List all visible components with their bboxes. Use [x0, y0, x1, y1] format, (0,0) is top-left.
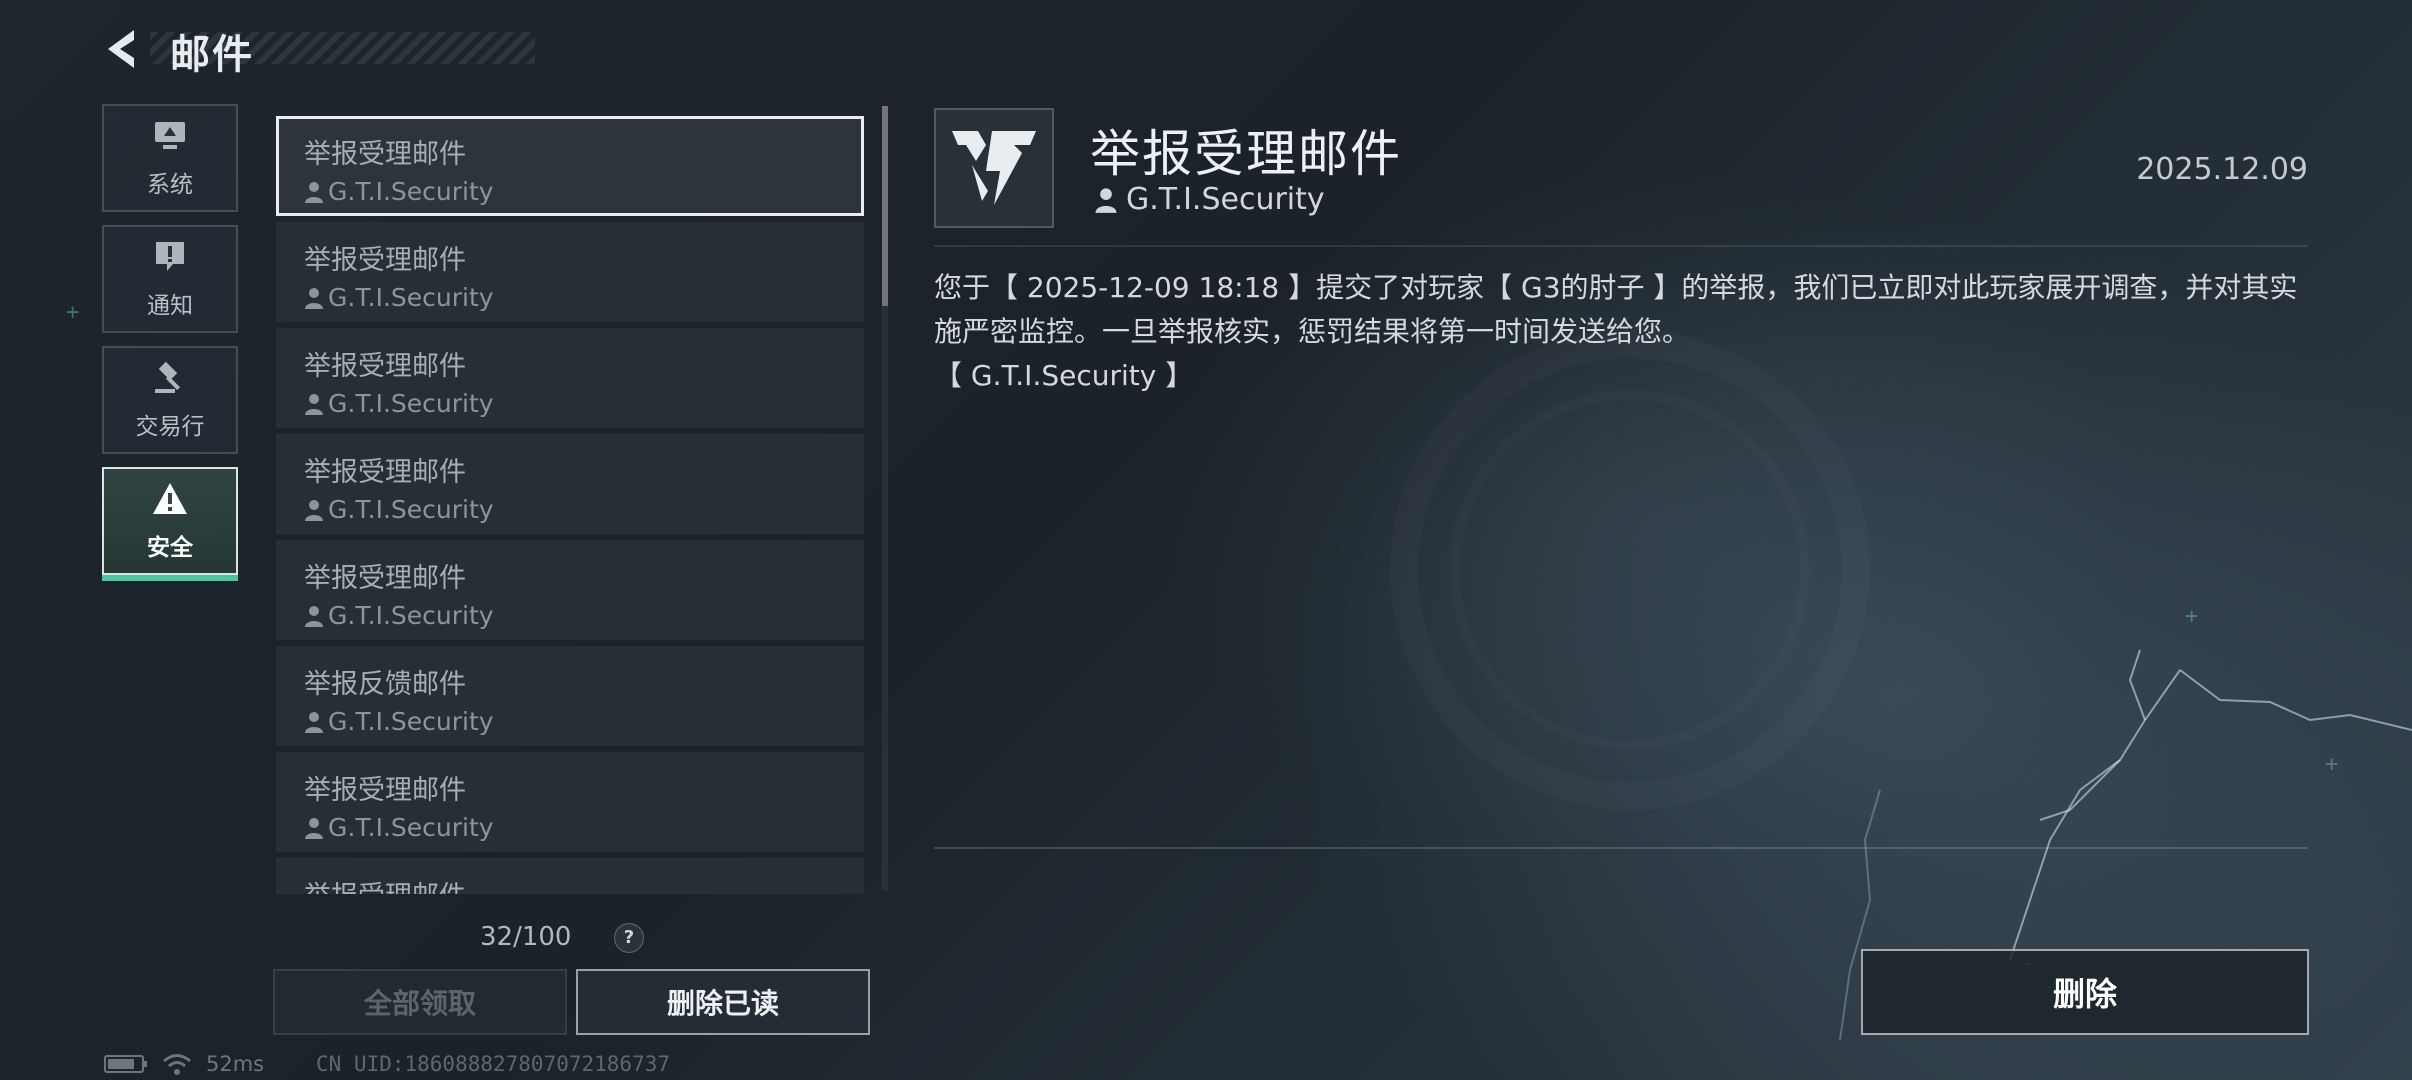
mail-body: 您于【 2025-12-09 18:18 】提交了对玩家【 G3的肘子 】的举报… [934, 266, 2314, 398]
mail-sender: G.T.I.Security [304, 707, 864, 736]
category-notice[interactable]: 通知 [102, 225, 238, 333]
user-uid: CN UID:186088827807072186737 [316, 1052, 671, 1076]
mail-item[interactable]: 举报受理邮件 [276, 858, 864, 894]
mail-sender: G.T.I.Security [304, 283, 864, 312]
person-icon [305, 605, 323, 627]
category-security[interactable]: 安全 [102, 467, 238, 581]
mail-title: 举报受理邮件 [304, 457, 466, 488]
mail-item[interactable]: 举报反馈邮件 G.T.I.Security [276, 646, 864, 746]
delete-button[interactable]: 删除 [1861, 949, 2309, 1035]
mail-item[interactable]: 举报受理邮件 G.T.I.Security [276, 540, 864, 640]
decor-plus: + [66, 300, 80, 325]
mail-body-line: 您于【 2025-12-09 18:18 】提交了对玩家【 G3的肘子 】的举报… [934, 271, 2298, 304]
mail-sender-name: G.T.I.Security [328, 177, 494, 206]
mail-title: 举报受理邮件 [304, 874, 864, 894]
mail-title: 举报受理邮件 [304, 563, 466, 594]
mail-sender: G.T.I.Security [304, 389, 864, 418]
mail-sender: G.T.I.Security [304, 495, 864, 524]
category-label: 交易行 [135, 414, 205, 440]
mail-item[interactable]: 举报受理邮件 G.T.I.Security [276, 434, 864, 534]
mail-sender: G.T.I.Security [304, 177, 861, 206]
page-title: 邮件 [170, 32, 254, 78]
wifi-icon [163, 1054, 191, 1075]
mail-title: 举报受理邮件 [304, 775, 466, 806]
collect-all-button[interactable]: 全部领取 [273, 969, 567, 1035]
decor-plus: + [2325, 752, 2339, 777]
mail-title: 举报受理邮件 [304, 139, 466, 170]
warning-triangle-icon [153, 483, 187, 514]
mail-sender: G.T.I.Security [304, 601, 864, 630]
person-icon [305, 711, 323, 733]
mail-item[interactable]: 举报受理邮件 G.T.I.Security [276, 116, 864, 216]
person-icon [305, 393, 323, 415]
help-icon[interactable]: ? [614, 923, 644, 953]
divider [934, 245, 2308, 247]
gti-security-logo-icon [952, 131, 1036, 205]
category-trade[interactable]: 交易行 [102, 346, 238, 454]
category-label: 安全 [147, 535, 193, 561]
mail-item[interactable]: 举报受理邮件 G.T.I.Security [276, 328, 864, 428]
person-icon [305, 181, 323, 203]
monitor-icon [155, 122, 185, 149]
mail-body-line: 【 G.T.I.Security 】 [934, 359, 1194, 392]
mail-sender-name: G.T.I.Security [328, 601, 494, 630]
category-system[interactable]: 系统 [102, 104, 238, 212]
mail-title: 举报受理邮件 [304, 245, 466, 276]
back-arrow-icon [108, 30, 134, 68]
exclamation-icon [156, 242, 184, 271]
decor-plus: + [2185, 604, 2199, 629]
category-label: 系统 [147, 172, 193, 198]
person-icon [305, 287, 323, 309]
mail-item[interactable]: 举报受理邮件 G.T.I.Security [276, 222, 864, 322]
mail-sender-name: G.T.I.Security [328, 389, 494, 418]
mail-title: 举报受理邮件 [304, 351, 466, 382]
delete-read-button[interactable]: 删除已读 [576, 969, 870, 1035]
mail-sender-name: G.T.I.Security [328, 495, 494, 524]
mail-count: 32/100 [480, 922, 572, 952]
mail-sender: G.T.I.Security [304, 813, 864, 842]
person-icon [305, 499, 323, 521]
mail-detail-sender: G.T.I.Security [1094, 182, 1325, 217]
mail-detail-date: 2025.12.09 [2136, 152, 2308, 187]
mail-list-scrollbar[interactable] [882, 106, 888, 306]
mail-sender-name: G.T.I.Security [328, 813, 494, 842]
divider [934, 847, 2308, 849]
mail-item[interactable]: 举报受理邮件 G.T.I.Security [276, 752, 864, 852]
mail-detail-title: 举报受理邮件 [1090, 125, 1402, 183]
person-icon [305, 817, 323, 839]
sender-logo [934, 108, 1054, 228]
mail-list: 举报受理邮件 G.T.I.Security 举报受理邮件 G.T.I.Secur… [276, 114, 866, 894]
gavel-icon [155, 361, 181, 393]
mail-sender-name: G.T.I.Security [328, 707, 494, 736]
mail-title: 举报反馈邮件 [304, 669, 466, 700]
battery-icon [104, 1055, 147, 1073]
mail-body-line: 施严密监控。一旦举报核实，惩罚结果将第一时间发送给您。 [934, 315, 1691, 348]
back-button[interactable] [100, 24, 150, 74]
status-bar: 52ms [104, 1052, 264, 1076]
mail-sender-name: G.T.I.Security [328, 283, 494, 312]
ping-value: 52ms [206, 1052, 265, 1076]
category-label: 通知 [147, 293, 193, 319]
mail-detail-sender-name: G.T.I.Security [1126, 182, 1325, 217]
person-icon [1095, 187, 1117, 213]
